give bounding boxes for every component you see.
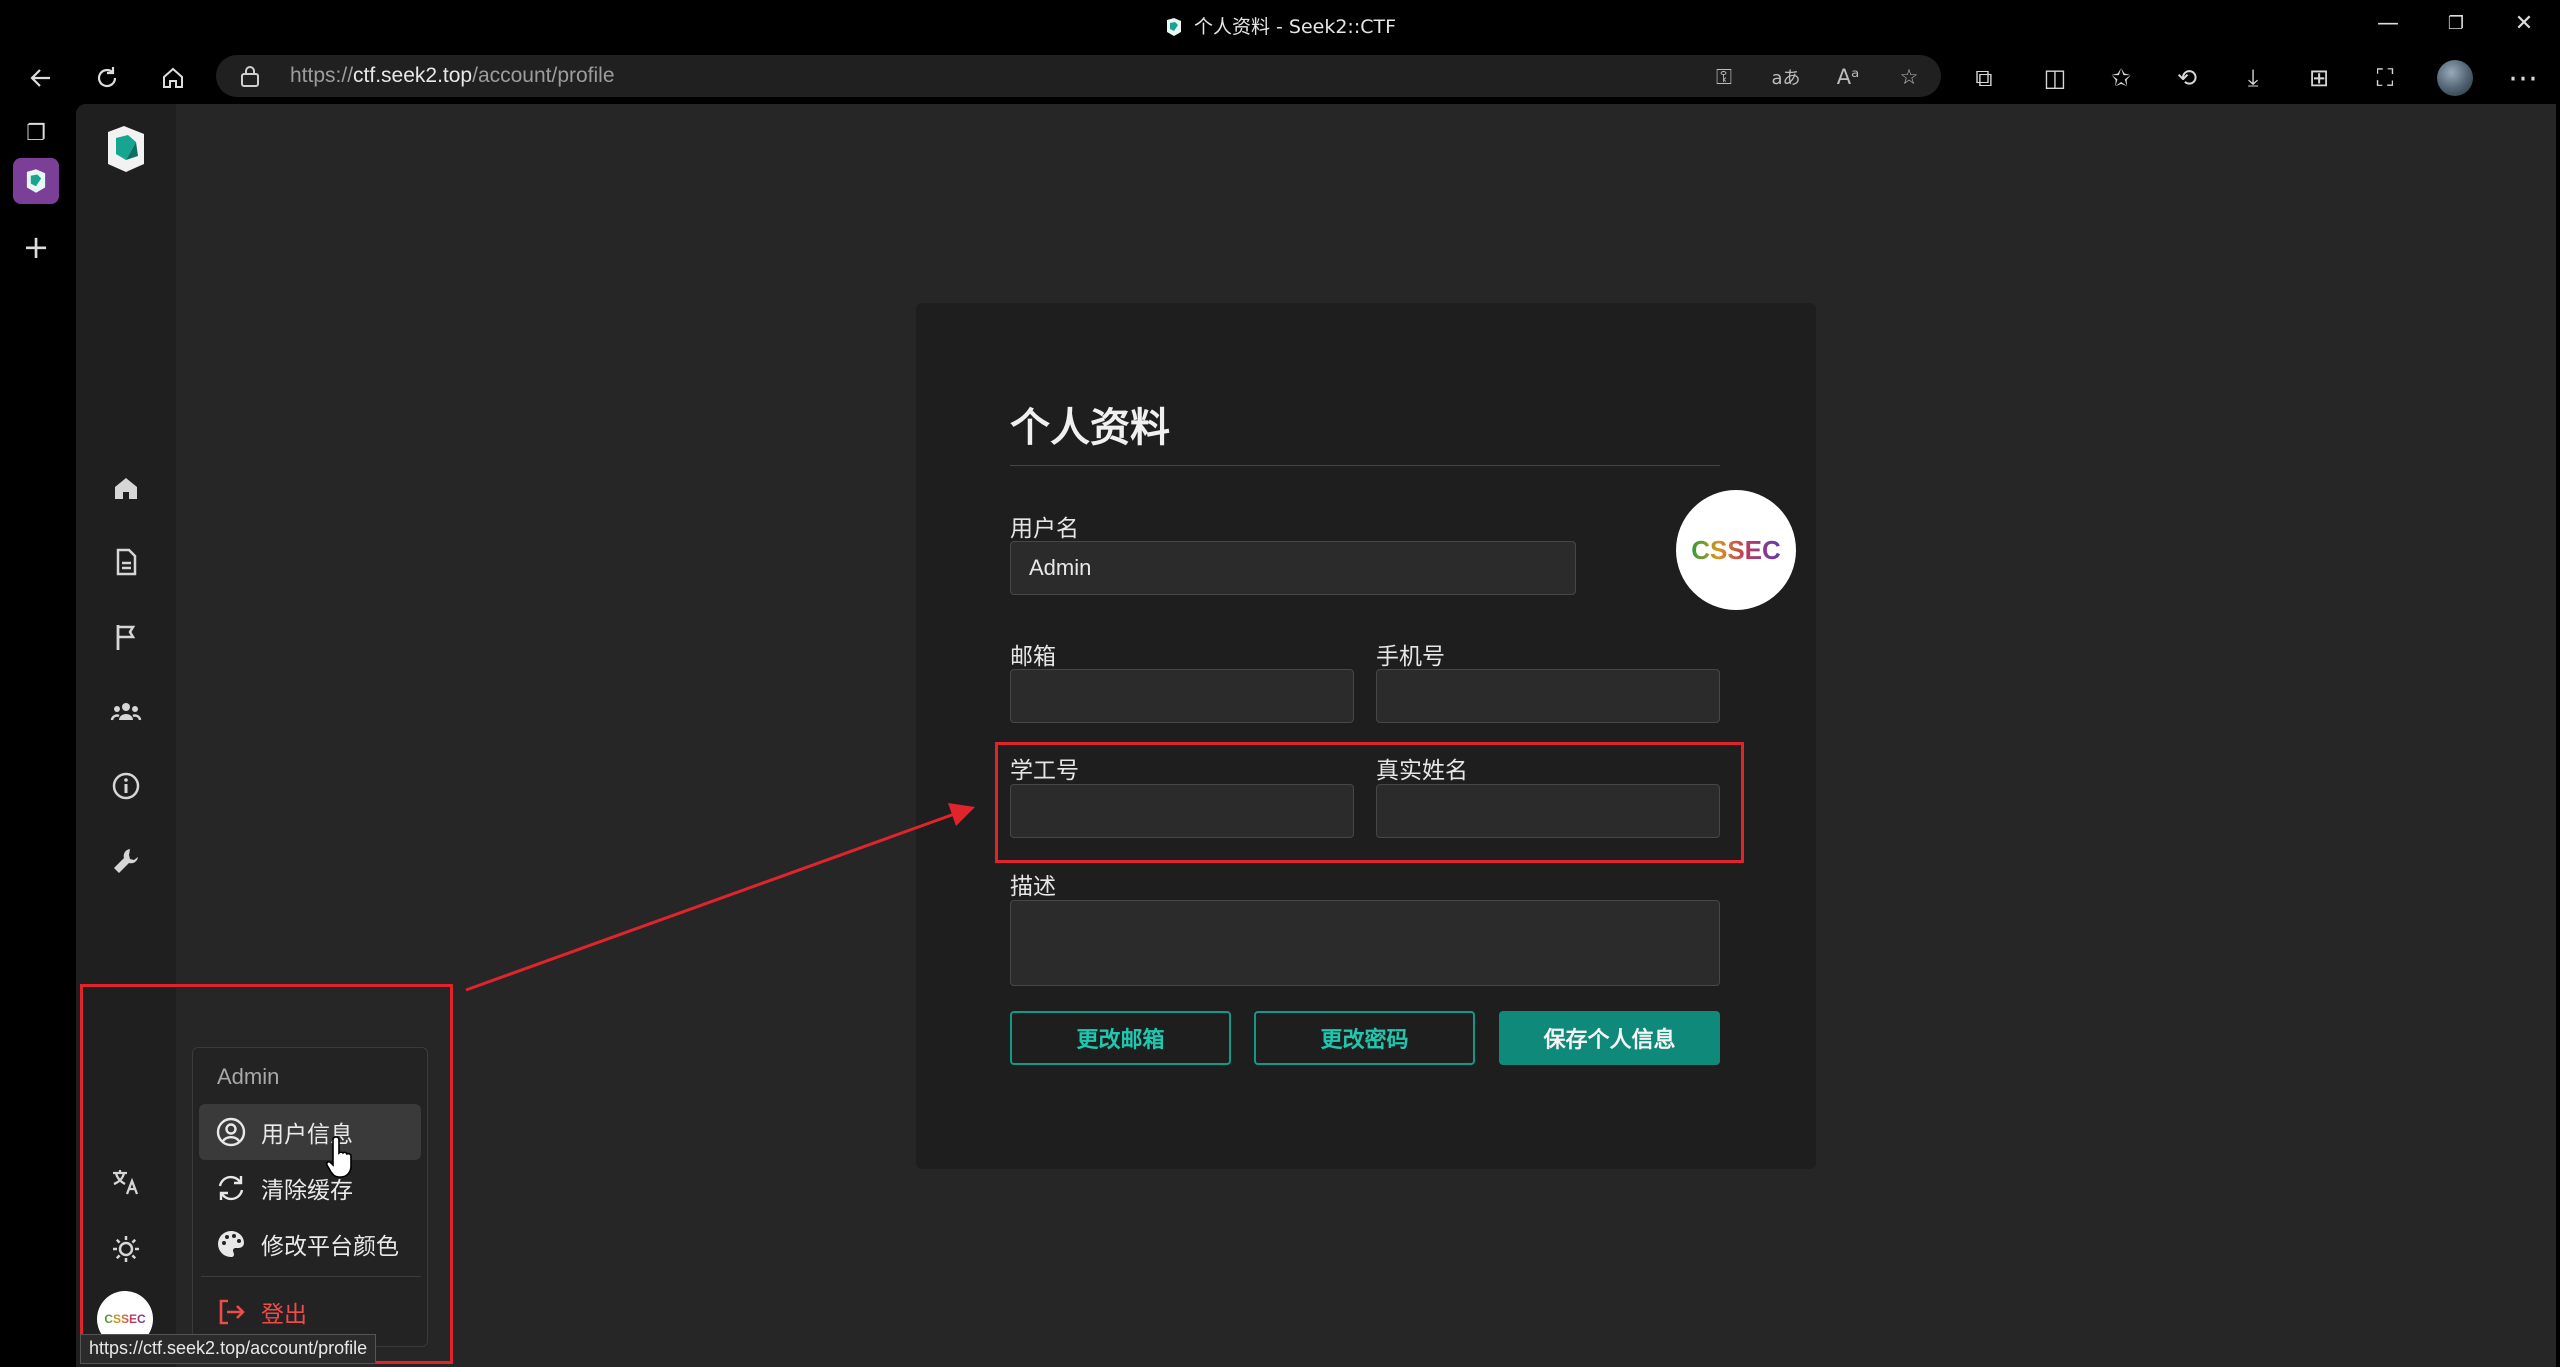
email-input[interactable] [1010, 669, 1354, 723]
menu-divider [201, 1276, 421, 1277]
menu-item-clear-cache[interactable]: 清除缓存 [199, 1160, 421, 1216]
menu-item-change-color[interactable]: 修改平台颜色 [199, 1216, 421, 1272]
save-profile-button[interactable]: 保存个人信息 [1499, 1011, 1720, 1065]
history-icon[interactable]: ⟲ [2168, 59, 2206, 97]
more-menu-icon[interactable]: ⋯ [2504, 59, 2542, 97]
menu-item-user-info[interactable]: 用户信息 [199, 1104, 421, 1160]
change-password-button[interactable]: 更改密码 [1254, 1011, 1475, 1065]
extensions-icon[interactable]: ⧉ [1965, 59, 2003, 97]
favorite-star-icon[interactable]: ☆ [1894, 62, 1924, 92]
profile-avatar[interactable] [2437, 60, 2473, 96]
page-title: 个人资料 [1010, 406, 1170, 450]
title-divider [1010, 465, 1720, 466]
description-label: 描述 [1010, 874, 1056, 900]
screenshot-icon[interactable]: ⛶ [2366, 59, 2404, 97]
tab-actions-icon[interactable]: ❐ [13, 110, 59, 156]
refresh-icon[interactable] [88, 59, 126, 97]
address-bar[interactable]: https://ctf.seek2.top/account/profile ⚿ … [216, 55, 1941, 97]
phone-input[interactable] [1376, 669, 1720, 723]
menu-item-logout[interactable]: 登出 [199, 1284, 421, 1340]
key-icon[interactable]: ⚿ [1709, 62, 1739, 92]
palette-icon [213, 1226, 249, 1262]
seek2-logo-icon [26, 169, 46, 193]
back-icon[interactable] [22, 59, 60, 97]
url-text[interactable]: https://ctf.seek2.top/account/profile [290, 64, 615, 88]
split-screen-icon[interactable]: ◫ [2036, 59, 2074, 97]
annotation-box-fields [995, 742, 1744, 863]
status-url: https://ctf.seek2.top/account/profile [80, 1334, 377, 1364]
sync-icon [213, 1170, 249, 1206]
info-icon[interactable] [106, 766, 146, 806]
description-textarea[interactable] [1010, 900, 1720, 986]
collections-icon[interactable]: ⊞ [2300, 59, 2338, 97]
change-email-button[interactable]: 更改邮箱 [1010, 1011, 1231, 1065]
profile-card: 个人资料 用户名 Admin CSSEC 邮箱 手机号 学工号 真实姓名 描述 … [916, 303, 1816, 1169]
document-icon[interactable] [106, 542, 146, 582]
logout-icon [213, 1294, 249, 1330]
flag-icon[interactable] [106, 617, 146, 657]
minimize-icon[interactable]: — [2356, 0, 2420, 46]
lock-icon[interactable] [240, 65, 260, 87]
home-icon[interactable] [154, 59, 192, 97]
phone-label: 手机号 [1376, 644, 1445, 670]
close-icon[interactable]: ✕ [2492, 0, 2556, 46]
profile-avatar-image[interactable]: CSSEC [1676, 490, 1796, 610]
hand-cursor-icon [326, 1136, 352, 1178]
read-aloud-icon[interactable]: Aᵃ [1833, 62, 1863, 92]
favorites-icon[interactable]: ✩ [2102, 59, 2140, 97]
downloads-icon[interactable]: ⤓ [2234, 59, 2272, 97]
user-circle-icon [213, 1114, 249, 1150]
user-menu: Admin 用户信息 清除缓存 修改平台颜色 登出 [192, 1047, 428, 1347]
window-title: 个人资料 - Seek2::CTF [0, 12, 2560, 39]
new-tab-icon[interactable]: + [13, 224, 59, 270]
translate-icon[interactable]: aあ [1771, 62, 1801, 92]
username-input[interactable]: Admin [1010, 541, 1576, 595]
users-icon[interactable] [106, 692, 146, 732]
tab-seek2-ctf[interactable] [13, 158, 59, 204]
window-titlebar: 个人资料 - Seek2::CTF — ❐ ✕ [0, 0, 2560, 50]
site-logo[interactable] [102, 124, 150, 174]
wrench-icon[interactable] [106, 841, 146, 881]
vertical-tabs: ❐ + [0, 104, 76, 1367]
username-label: 用户名 [1010, 516, 1079, 542]
menu-username: Admin [217, 1064, 280, 1089]
seek2-logo-icon [1166, 18, 1181, 36]
home-icon[interactable] [106, 468, 146, 508]
browser-toolbar: https://ctf.seek2.top/account/profile ⚿ … [0, 50, 2560, 104]
restore-icon[interactable]: ❐ [2424, 0, 2488, 46]
email-label: 邮箱 [1010, 644, 1056, 670]
